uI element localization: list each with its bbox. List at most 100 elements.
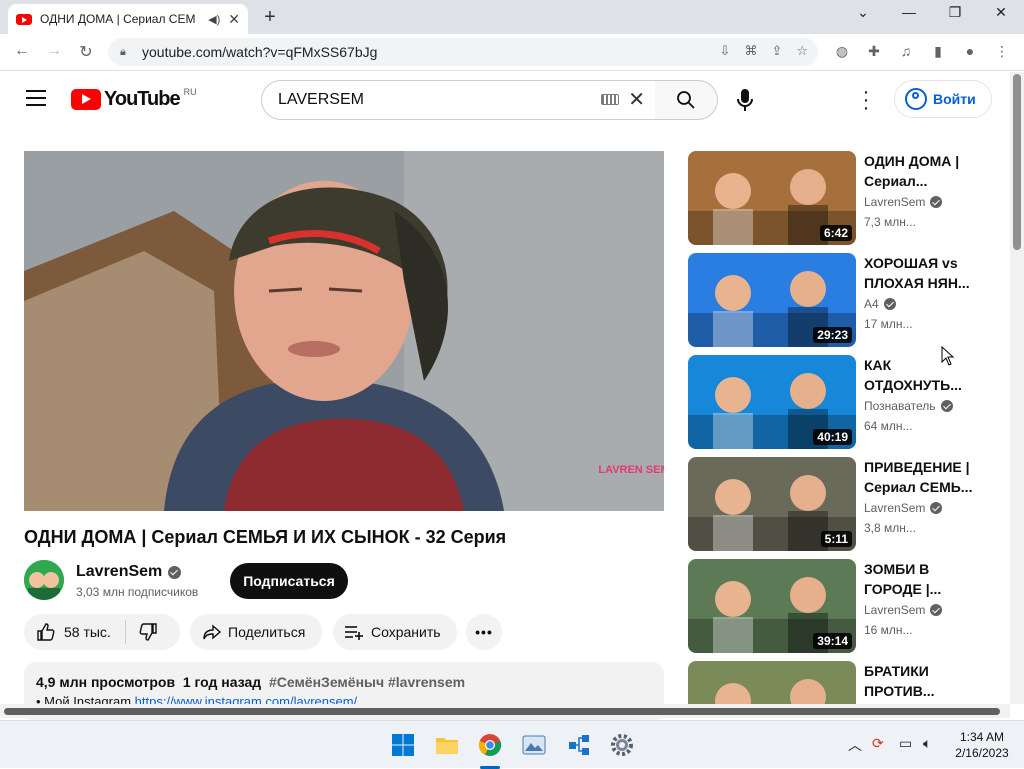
sync-alert-icon[interactable]: ⟳	[872, 735, 884, 752]
search-input[interactable]: LAVERSEM ✕	[261, 80, 656, 120]
settings-gear-icon[interactable]	[610, 733, 634, 757]
related-title[interactable]: БРАТИКИ ПРОТИВ...	[864, 661, 984, 701]
verified-icon	[930, 502, 943, 514]
related-channel[interactable]: A4	[864, 297, 896, 311]
network-status-icon[interactable]: ▭	[899, 735, 912, 752]
media-control-icon[interactable]: ♫	[896, 43, 916, 59]
related-thumbnail[interactable]: 6:42	[688, 151, 856, 245]
profile-icon[interactable]: ●	[960, 43, 980, 59]
subscriber-count: 3,03 млн подписчиков	[76, 585, 199, 599]
channel-avatar[interactable]	[24, 560, 64, 600]
region-code: RU	[183, 86, 197, 97]
related-channel-name[interactable]: LavrenSem	[864, 195, 925, 209]
close-tab-icon[interactable]: ✕	[228, 11, 240, 28]
related-channel[interactable]: LavrenSem	[864, 603, 943, 617]
back-button[interactable]: ←	[12, 42, 32, 60]
video-frame[interactable]: LAVREN SEM	[24, 151, 664, 511]
thumbs-up-icon	[37, 623, 55, 641]
keyboard-icon[interactable]	[601, 94, 619, 105]
related-channel[interactable]: LavrenSem	[864, 195, 943, 209]
related-channel-name[interactable]: A4	[864, 297, 879, 311]
network-app-icon[interactable]	[567, 733, 591, 757]
horizontal-scrollbar[interactable]	[0, 704, 1010, 718]
menu-hamburger-icon[interactable]	[26, 90, 46, 106]
video-player[interactable]: LAVREN SEM	[24, 151, 664, 511]
browser-tab[interactable]: ОДНИ ДОМА | Сериал СЕМ ◀) ✕	[8, 4, 248, 34]
browser-toolbar: ← → ↻ 🔒︎ youtube.com/watch?v=qFMxSS67bJg…	[0, 34, 1024, 71]
channel-name[interactable]: LavrenSem	[76, 563, 182, 581]
horizontal-scroll-thumb[interactable]	[4, 708, 1000, 715]
related-channel[interactable]: LavrenSem	[864, 501, 943, 515]
related-title[interactable]: ОДИН ДОМА | Сериал...	[864, 151, 984, 191]
microphone-icon[interactable]	[735, 88, 755, 112]
related-thumbnail[interactable]: 40:19	[688, 355, 856, 449]
windows-start-icon[interactable]	[391, 733, 415, 757]
volume-icon[interactable]: 🔈︎	[923, 735, 931, 752]
related-channel-name[interactable]: LavrenSem	[864, 603, 925, 617]
forward-button[interactable]: →	[44, 42, 64, 60]
related-channel-name[interactable]: LavrenSem	[864, 501, 925, 515]
audio-playing-icon[interactable]: ◀)	[208, 13, 220, 26]
related-thumbnail[interactable]: 29:23	[688, 253, 856, 347]
clear-search-icon[interactable]: ✕	[628, 87, 645, 112]
globe-extension-icon[interactable]: ◍	[832, 43, 852, 60]
related-video-item[interactable]: БРАТИКИ ПРОТИВ...	[688, 661, 998, 704]
hashtags[interactable]: #СемёнЗемёныч #lavrensem	[269, 674, 465, 690]
related-video-item[interactable]: 40:19 КАК ОТДОХНУТЬ... Познаватель 64 млн..…	[688, 355, 998, 449]
related-title[interactable]: ЗОМБИ В ГОРОДЕ |...	[864, 559, 984, 599]
related-thumbnail[interactable]: 5:11	[688, 457, 856, 551]
related-title[interactable]: ХОРОШАЯ vs ПЛОХАЯ НЯН...	[864, 253, 984, 293]
bookmark-star-icon[interactable]: ☆	[796, 43, 808, 59]
related-title[interactable]: ПРИВЕДЕНИЕ | Сериал СЕМЬ...	[864, 457, 984, 497]
vertical-scrollbar[interactable]	[1010, 72, 1024, 704]
youtube-wordmark: YouTube	[104, 88, 181, 110]
file-explorer-icon[interactable]	[435, 733, 459, 757]
related-video-item[interactable]: 29:23 ХОРОШАЯ vs ПЛОХАЯ НЯН... A4 17 млн...	[688, 253, 998, 347]
lock-icon[interactable]: 🔒︎	[120, 46, 132, 59]
related-video-item[interactable]: 6:42 ОДИН ДОМА | Сериал... LavrenSem 7,3 мл…	[688, 151, 998, 245]
tray-overflow-chevron-icon[interactable]: ︿	[848, 735, 862, 755]
subscribe-button[interactable]: Подписаться	[230, 563, 348, 599]
install-app-icon[interactable]: ⇩	[720, 43, 731, 59]
related-video-item[interactable]: 39:14 ЗОМБИ В ГОРОДЕ |... LavrenSem 16 млн.…	[688, 559, 998, 653]
settings-dots-icon[interactable]: · · ·	[858, 82, 874, 118]
search-button[interactable]	[655, 80, 718, 120]
url-text[interactable]: youtube.com/watch?v=qFMxSS67bJg	[142, 44, 377, 60]
photos-app-icon[interactable]	[522, 733, 546, 757]
new-tab-button[interactable]: +	[258, 6, 282, 29]
related-title[interactable]: КАК ОТДОХНУТЬ...	[864, 355, 984, 395]
reload-button[interactable]: ↻	[76, 42, 96, 62]
browser-menu-icon[interactable]: ⋮	[992, 43, 1012, 60]
tab-search-chevron-icon[interactable]: ⌄	[851, 4, 875, 21]
channel-name-text[interactable]: LavrenSem	[76, 563, 162, 581]
share-label: Поделиться	[228, 624, 306, 640]
like-button[interactable]	[36, 622, 56, 642]
vertical-scroll-thumb[interactable]	[1013, 74, 1021, 250]
mouse-cursor-icon	[941, 346, 955, 366]
more-actions-button[interactable]: •••	[466, 614, 502, 650]
close-window-button[interactable]: ✕	[989, 4, 1013, 21]
sign-in-label: Войти	[933, 91, 976, 107]
verified-icon	[930, 196, 943, 208]
related-channel-name[interactable]: Познаватель	[864, 399, 936, 413]
related-video-item[interactable]: 5:11 ПРИВЕДЕНИЕ | Сериал СЕМЬ... LavrenSem…	[688, 457, 998, 551]
restore-button[interactable]: ❐	[943, 4, 967, 21]
address-bar[interactable]: 🔒︎ youtube.com/watch?v=qFMxSS67bJg ⇩ ⌘ ⇪…	[108, 38, 818, 66]
save-button[interactable]: Сохранить	[333, 614, 457, 650]
translate-icon[interactable]: ⌘	[744, 43, 757, 59]
related-thumbnail[interactable]: 39:14	[688, 559, 856, 653]
sign-in-button[interactable]: Войти	[894, 80, 992, 118]
share-button[interactable]: Поделиться	[190, 614, 322, 650]
related-channel[interactable]: Познаватель	[864, 399, 953, 413]
share-icon[interactable]: ⇪	[771, 43, 782, 59]
minimize-button[interactable]: —	[897, 4, 921, 20]
youtube-logo[interactable]: YouTube RU	[71, 86, 197, 111]
dislike-button[interactable]	[138, 622, 158, 642]
extensions-puzzle-icon[interactable]: ✚	[864, 43, 884, 60]
related-thumbnail[interactable]	[688, 661, 856, 704]
chrome-icon[interactable]	[478, 733, 502, 757]
search-query[interactable]: LAVERSEM	[278, 91, 364, 109]
like-count[interactable]: 58 тыс.	[64, 624, 111, 640]
side-panel-icon[interactable]: ▮	[928, 43, 948, 60]
system-clock[interactable]: 1:34 AM 2/16/2023	[946, 729, 1018, 761]
